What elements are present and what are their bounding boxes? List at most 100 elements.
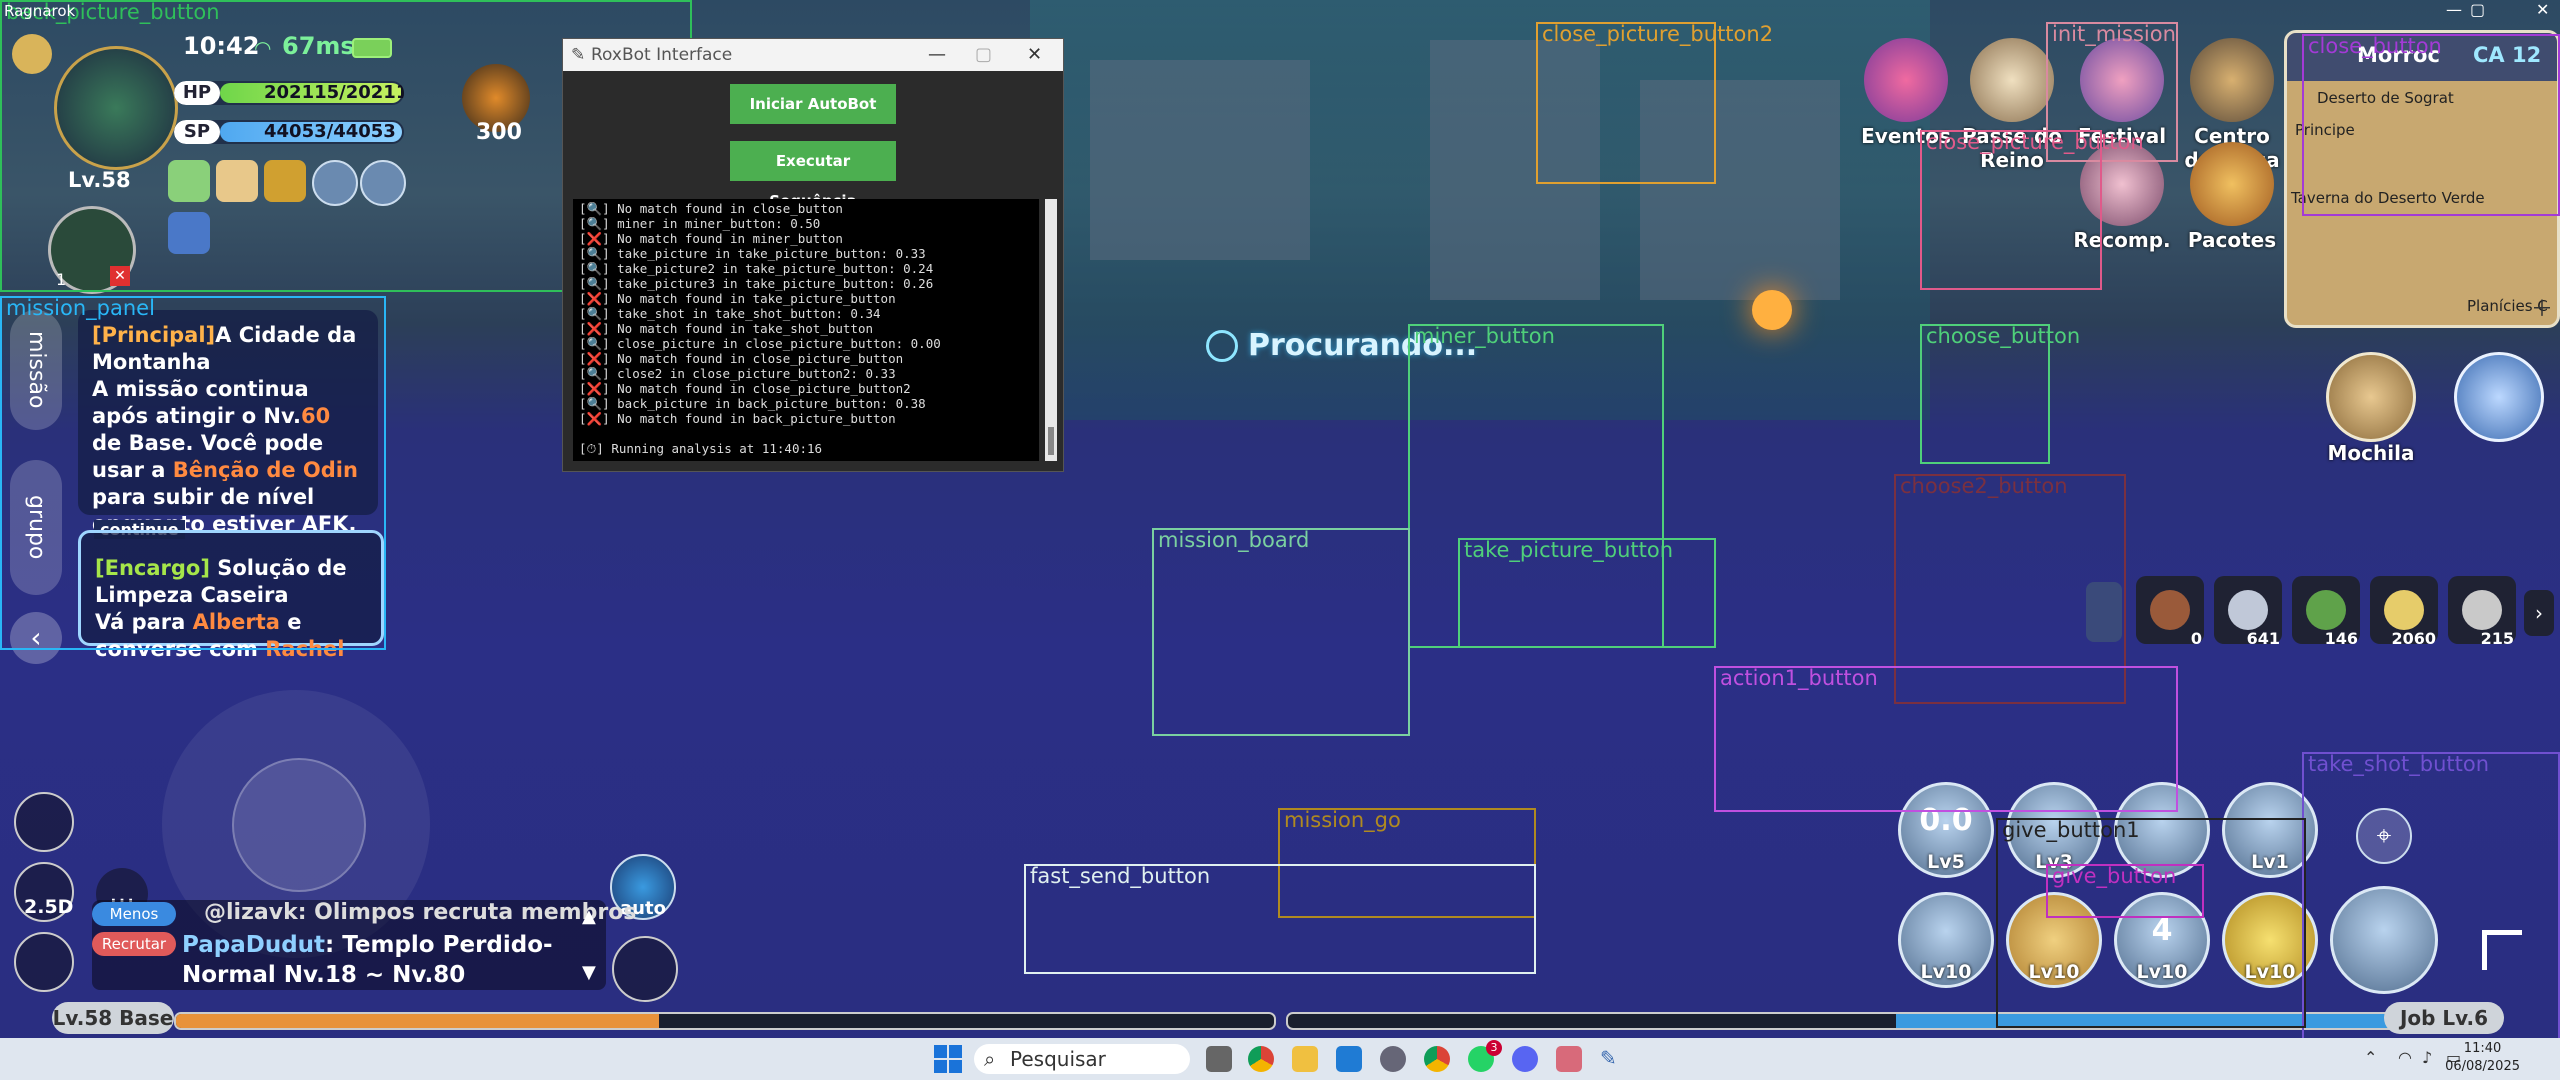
tray-arrow-icon[interactable]: ⌃ bbox=[2364, 1048, 2377, 1067]
log-scrollbar[interactable] bbox=[1045, 199, 1057, 461]
item-slot[interactable]: 641 bbox=[2214, 576, 2282, 648]
buff-icon[interactable] bbox=[264, 160, 306, 202]
bird-icon[interactable] bbox=[14, 792, 74, 852]
tab-missao[interactable]: missão bbox=[10, 310, 62, 430]
windows-start-icon[interactable] bbox=[934, 1045, 962, 1073]
minimize-icon[interactable]: — bbox=[2446, 0, 2462, 19]
wifi-tray-icon[interactable]: ◠ bbox=[2398, 1048, 2412, 1067]
feather-app-icon[interactable]: ✎ bbox=[1600, 1046, 1626, 1072]
buff-icon[interactable] bbox=[216, 160, 258, 202]
minimap[interactable]: Morroc CA 12 Deserto de Sograt Principe … bbox=[2284, 30, 2560, 328]
target-icon[interactable] bbox=[360, 160, 406, 206]
encargo-mission[interactable]: [Encargo] Solução de Limpeza Caseira Vá … bbox=[78, 530, 384, 661]
ping-text: 67ms bbox=[282, 32, 355, 60]
discord-icon[interactable] bbox=[1512, 1046, 1538, 1072]
skill-level: Lv10 bbox=[2244, 961, 2296, 983]
pet-level: 1 bbox=[56, 270, 67, 289]
maximize-icon[interactable]: ▢ bbox=[2470, 0, 2485, 19]
ragnarok-app-icon[interactable] bbox=[1556, 1046, 1582, 1072]
item-slot[interactable]: 0 bbox=[2136, 576, 2204, 648]
attack-button[interactable] bbox=[2330, 886, 2438, 994]
emote-icon[interactable] bbox=[612, 936, 678, 1002]
close-icon[interactable]: ✕ bbox=[110, 266, 130, 286]
skill-button[interactable]: Lv3 bbox=[2006, 782, 2102, 878]
info-icon[interactable] bbox=[2086, 582, 2122, 642]
principal-mission[interactable]: [Principal]A Cidade da Montanha A missão… bbox=[78, 310, 378, 536]
log-line: [🔍] close_picture in close_picture_butto… bbox=[579, 336, 941, 351]
festival-icon[interactable]: Festival bbox=[2078, 38, 2166, 148]
skill-button[interactable]: 4 Lv10 bbox=[2114, 892, 2210, 988]
item-slot[interactable]: 215 bbox=[2448, 576, 2516, 648]
volume-icon[interactable]: ♪ bbox=[2422, 1048, 2432, 1067]
chat-down-icon[interactable]: ▼ bbox=[582, 962, 596, 983]
roxbot-window[interactable]: ✎ RoxBot Interface — ▢ ✕ Iniciar AutoBot… bbox=[562, 38, 1064, 472]
item-slot[interactable]: 2060 bbox=[2370, 576, 2438, 648]
skill-button[interactable]: Lv10 bbox=[2006, 892, 2102, 988]
joystick-knob[interactable] bbox=[232, 758, 366, 892]
close-icon[interactable]: ✕ bbox=[1027, 39, 1042, 71]
packages-label: Pacotes bbox=[2187, 228, 2277, 252]
close-window-icon[interactable]: ✕ bbox=[2536, 0, 2549, 19]
item-icon bbox=[2306, 590, 2346, 630]
vscode-icon[interactable] bbox=[1336, 1046, 1362, 1072]
skill-button[interactable]: 0.0 Lv5 bbox=[1898, 782, 1994, 878]
sp-label: SP bbox=[174, 120, 220, 144]
base-xp-bar bbox=[174, 1012, 1276, 1030]
skill-button[interactable]: Lv10 bbox=[2222, 892, 2318, 988]
sword-icon[interactable] bbox=[168, 212, 210, 254]
taskbar-search[interactable]: ⌕ Pesquisar bbox=[974, 1044, 1190, 1074]
chat-box[interactable]: Menos @lizavk: Olimpos recruta membros R… bbox=[92, 900, 636, 990]
folder-icon[interactable] bbox=[1292, 1046, 1318, 1072]
task-view-icon[interactable] bbox=[1206, 1046, 1232, 1072]
run-sequence-button[interactable]: Executar Sequência bbox=[730, 141, 896, 210]
mission-item: Bênção de Odin bbox=[172, 458, 358, 482]
item-slot[interactable]: 146 bbox=[2292, 576, 2360, 648]
realm-pass-icon[interactable]: Passe do Reino bbox=[1962, 38, 2062, 172]
cube-icon[interactable] bbox=[2454, 352, 2544, 442]
packages-icon[interactable]: Pacotes bbox=[2188, 142, 2276, 252]
character-icon[interactable] bbox=[14, 932, 74, 992]
next-arrow-icon[interactable]: › bbox=[2524, 590, 2554, 636]
battery-icon bbox=[352, 38, 392, 58]
scroll-thumb[interactable] bbox=[1048, 427, 1054, 455]
settings-icon[interactable] bbox=[1380, 1046, 1406, 1072]
minimize-icon[interactable]: — bbox=[928, 39, 946, 71]
taskbar-clock[interactable]: 11:40 06/08/2025 bbox=[2445, 1040, 2520, 1076]
clock-date: 06/08/2025 bbox=[2445, 1059, 2520, 1074]
target-icon[interactable] bbox=[312, 160, 358, 206]
skill-button[interactable] bbox=[2114, 782, 2210, 878]
search-icon: ⌕ bbox=[984, 1047, 996, 1071]
target-lock-icon[interactable]: ⌖ bbox=[2356, 808, 2412, 864]
maximize-icon[interactable]: ▢ bbox=[975, 39, 992, 71]
avatar[interactable] bbox=[54, 46, 178, 170]
buff-icon[interactable] bbox=[168, 160, 210, 202]
stone-pillar bbox=[1090, 60, 1310, 260]
chrome-icon[interactable] bbox=[1424, 1046, 1450, 1072]
item-count: 146 bbox=[2324, 629, 2358, 648]
menu-icon[interactable] bbox=[12, 34, 52, 74]
backpack-icon[interactable]: Mochila bbox=[2326, 352, 2416, 465]
taskbar: ⌕ Pesquisar 3 ✎ ⌃ ◠ ♪ ▭ 11:40 06/08/2025 bbox=[0, 1038, 2560, 1080]
skill-button[interactable]: Lv1 bbox=[2222, 782, 2318, 878]
hp-value: 202115/202115 bbox=[264, 82, 404, 103]
roxbot-titlebar[interactable]: ✎ RoxBot Interface — ▢ ✕ bbox=[563, 39, 1063, 71]
events-label: Eventos bbox=[1861, 124, 1951, 148]
skill-button[interactable]: Lv10 bbox=[1898, 892, 1994, 988]
collapse-arrow-icon[interactable]: ‹ bbox=[10, 612, 62, 664]
corner-icon[interactable] bbox=[2482, 930, 2522, 970]
events-icon[interactable]: Eventos bbox=[1861, 38, 1951, 148]
sp-value: 44053/44053 bbox=[264, 121, 396, 142]
start-autobot-button[interactable]: Iniciar AutoBot bbox=[730, 84, 896, 124]
minimap-channel[interactable]: CA 12 bbox=[2473, 43, 2541, 67]
item-count: 215 bbox=[2480, 629, 2514, 648]
stone-pillar bbox=[1430, 40, 1600, 300]
tab-grupo[interactable]: grupo bbox=[10, 460, 62, 595]
job-xp-fill bbox=[1896, 1014, 2394, 1028]
chat-up-icon[interactable]: ▲ bbox=[582, 906, 596, 927]
rewards-icon[interactable]: Recomp. bbox=[2073, 142, 2171, 252]
log-output[interactable]: [🔍] No match found in close_button [🔍] mi… bbox=[573, 199, 1039, 461]
expand-icon[interactable]: ＋ bbox=[2531, 291, 2553, 323]
feather-icon: ✎ bbox=[571, 45, 586, 65]
trade-center-icon[interactable]: Centro de Troca bbox=[2184, 38, 2280, 172]
chrome-icon[interactable] bbox=[1248, 1046, 1274, 1072]
